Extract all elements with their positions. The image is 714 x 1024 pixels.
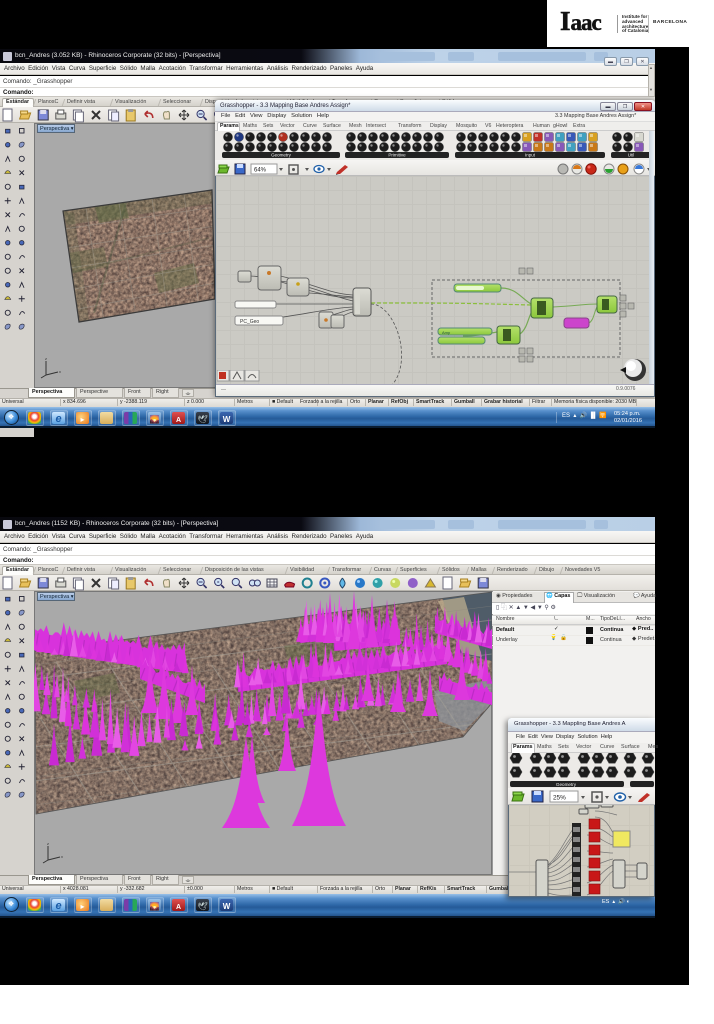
svg-text:z: z (47, 841, 49, 846)
svg-text:64%: 64% (254, 168, 267, 174)
svg-text:Util: Util (628, 153, 635, 158)
svg-text:Geometry: Geometry (556, 782, 577, 787)
svg-text:x: x (61, 854, 63, 859)
svg-text:25%: 25% (553, 795, 566, 802)
svg-text:z: z (45, 356, 47, 361)
svg-text:PC_Geo: PC_Geo (240, 319, 259, 325)
svg-text:Geometry: Geometry (271, 153, 292, 158)
svg-text:Primitive: Primitive (388, 153, 406, 158)
svg-text:Amp: Amp (442, 330, 451, 335)
svg-text:x: x (59, 369, 61, 374)
svg-text:Input: Input (525, 153, 536, 158)
